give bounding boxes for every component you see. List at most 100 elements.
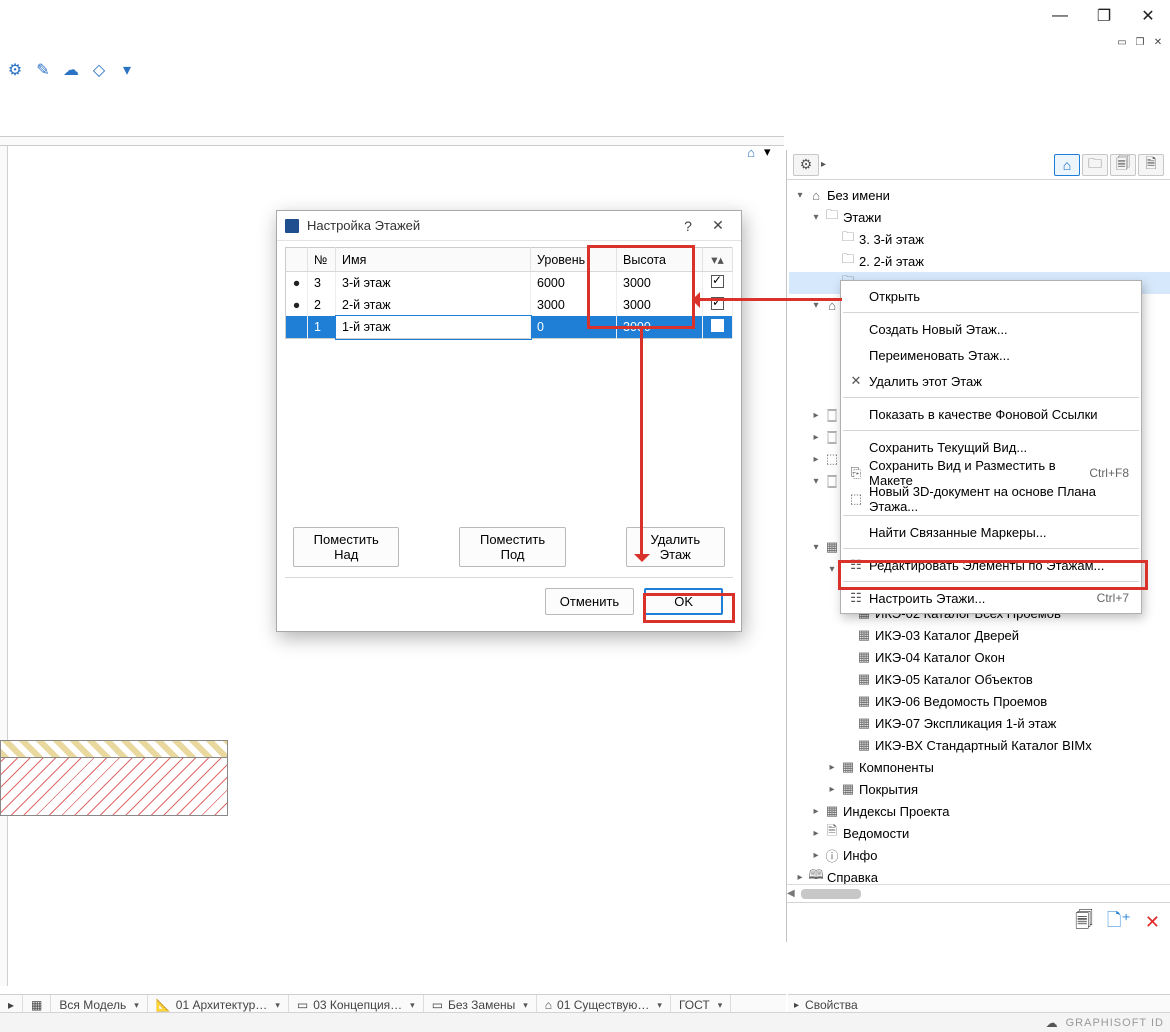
menu-item[interactable]: Показать в качестве Фоновой Ссылки [841, 401, 1141, 427]
tree-story-2[interactable]: 🗀 2. 2-й этаж [789, 250, 1170, 272]
story-marker [286, 316, 308, 339]
window-minimize-button[interactable]: — [1038, 0, 1082, 32]
story-number: 2 [308, 294, 336, 316]
col-height: Высота [617, 248, 703, 272]
plan-view-dropdown[interactable]: ⌂ ▾ [742, 140, 771, 164]
menu-item-label: Переименовать Этаж... [869, 348, 1010, 363]
story-marker: ● [286, 294, 308, 316]
tree-element-item[interactable]: ▦ИКЭ-05 Каталог Объектов [789, 668, 1170, 690]
navigator-new-item-icon[interactable]: 🗋⁺ [1107, 908, 1131, 938]
menu-item-label: Показать в качестве Фоновой Ссылки [869, 407, 1098, 422]
properties-label: Свойства [805, 998, 858, 1012]
menu-item[interactable]: Сохранить Текущий Вид... [841, 434, 1141, 460]
navigator-settings-button[interactable]: ⚙ [793, 154, 819, 176]
menu-item-icon: ⎘ [847, 465, 865, 481]
chevron-down-icon: ▾ [764, 144, 771, 160]
menu-item[interactable]: Открыть [841, 283, 1141, 309]
menu-item[interactable]: Создать Новый Этаж... [841, 316, 1141, 342]
tool-icon-3[interactable]: ☁ [60, 59, 82, 81]
story-height[interactable]: 3000 [617, 272, 703, 295]
story-level: 3000 [531, 294, 617, 316]
canvas-ruler-top [0, 136, 784, 146]
tree-stories-node[interactable]: ▾🗀 Этажи [789, 206, 1170, 228]
tree-story-3[interactable]: 🗀 3. 3-й этаж [789, 228, 1170, 250]
table-row[interactable]: 11-й этаж03000 [286, 316, 733, 339]
tree-lists[interactable]: ▸🗎 Ведомости [789, 822, 1170, 844]
story-table[interactable]: № Имя Уровень Высота ▾▴ ●33-й этаж600030… [285, 247, 733, 339]
story-name-edit[interactable]: 1-й этаж [336, 316, 531, 339]
navigator-tab-layout-book[interactable]: 🗐 [1110, 154, 1136, 176]
cloud-status-icon[interactable]: ☁ [1046, 1016, 1058, 1030]
tool-icon-1[interactable]: ⚙ [4, 59, 26, 81]
window-close-button[interactable]: ✕ [1126, 0, 1170, 32]
tree-element-item[interactable]: ▦ИКЭ-BX Стандартный Каталог BIMx [789, 734, 1170, 756]
col-level: Уровень [531, 248, 617, 272]
tree-root[interactable]: ▾⌂ Без имени [789, 184, 1170, 206]
insert-above-button[interactable]: Поместить Над [293, 527, 399, 567]
menu-item[interactable]: ⎘Сохранить Вид и Разместить в МакетеCtrl… [841, 460, 1141, 486]
story-number: 1 [308, 316, 336, 339]
col-name: Имя [336, 248, 531, 272]
story-name: 3-й этаж [336, 272, 531, 295]
menu-item[interactable]: Найти Связанные Маркеры... [841, 519, 1141, 545]
dialog-close-button[interactable]: ✕ [703, 217, 733, 234]
tool-icon-dd[interactable]: ▾ [116, 59, 138, 81]
menu-item[interactable]: ✕Удалить этот Этаж [841, 368, 1141, 394]
table-row[interactable]: ●33-й этаж60003000 [286, 272, 733, 295]
story-context-menu[interactable]: Открыть Создать Новый Этаж... Переименоват… [840, 280, 1142, 614]
insert-below-button[interactable]: Поместить Под [459, 527, 565, 567]
dock-minimize-icon[interactable]: ▭ [1114, 34, 1130, 50]
tree-element-item[interactable]: ▦ИКЭ-03 Каталог Дверей [789, 624, 1170, 646]
brand-label: GRAPHISOFT ID [1066, 1017, 1164, 1029]
menu-item[interactable]: ☷Редактировать Элементы по Этажам... [841, 552, 1141, 578]
tree-element-item[interactable]: ▦ИКЭ-04 Каталог Окон [789, 646, 1170, 668]
dialog-title: Настройка Этажей [307, 218, 420, 233]
tree-components[interactable]: ▸▦ Компоненты [789, 756, 1170, 778]
tree-element-item[interactable]: ▦ИКЭ-07 Экспликация 1-й этаж [789, 712, 1170, 734]
story-visible-checkbox[interactable] [703, 316, 733, 339]
story-name: 2-й этаж [336, 294, 531, 316]
table-row[interactable]: ●22-й этаж30003000 [286, 294, 733, 316]
navigator-tab-project-map[interactable]: ⌂ [1054, 154, 1080, 176]
menu-item-shortcut: Ctrl+F8 [1089, 466, 1129, 480]
menu-separator [843, 430, 1139, 431]
tree-info[interactable]: ▸ⓘ Инфо [789, 844, 1170, 866]
menu-item-label: Новый 3D-документ на основе Плана Этажа.… [869, 484, 1129, 514]
annotation-arrow-to-ok [640, 328, 643, 560]
menu-item-label: Сохранить Текущий Вид... [869, 440, 1027, 455]
cancel-button[interactable]: Отменить [545, 588, 634, 615]
menu-item[interactable]: ☷Настроить Этажи...Ctrl+7 [841, 585, 1141, 611]
menu-item[interactable]: ⬚Новый 3D-документ на основе Плана Этажа… [841, 486, 1141, 512]
dialog-help-button[interactable]: ? [673, 218, 703, 234]
navigator-tab-publisher[interactable]: 🗎 [1138, 154, 1164, 176]
window-maximize-button[interactable]: ❐ [1082, 0, 1126, 32]
tree-help[interactable]: ▸🕮 Справка [789, 866, 1170, 884]
navigator-hscroll[interactable]: ◀ [787, 884, 1170, 902]
story-height[interactable]: 3000 [617, 316, 703, 339]
navigator-tab-view-map[interactable]: 🗀 [1082, 154, 1108, 176]
wall-section-preview [0, 740, 228, 824]
menu-item-label: Создать Новый Этаж... [869, 322, 1008, 337]
ok-button[interactable]: OK [644, 588, 723, 615]
house-icon: ⌂ [742, 145, 760, 160]
tree-surfaces[interactable]: ▸▦ Покрытия [789, 778, 1170, 800]
tree-project-indexes[interactable]: ▸▦ Индексы Проекта [789, 800, 1170, 822]
menu-separator [843, 515, 1139, 516]
navigator-new-view-icon[interactable]: 🗐 [1075, 908, 1093, 938]
menu-separator [843, 397, 1139, 398]
col-visibility-icon: ▾▴ [703, 248, 733, 272]
dock-restore-icon[interactable]: ❐ [1132, 34, 1148, 50]
menu-item-label: Найти Связанные Маркеры... [869, 525, 1047, 540]
tree-stories-label: Этажи [841, 210, 881, 225]
navigator-delete-icon[interactable]: ✕ [1145, 912, 1160, 933]
story-visible-checkbox[interactable] [703, 272, 733, 295]
tool-icon-4[interactable]: ◇ [88, 59, 110, 81]
menu-item-label: Настроить Этажи... [869, 591, 985, 606]
dock-close-icon[interactable]: ✕ [1150, 34, 1166, 50]
tool-icon-2[interactable]: ✎ [32, 59, 54, 81]
status-bar: ☁ GRAPHISOFT ID [0, 1012, 1170, 1032]
menu-item[interactable]: Переименовать Этаж... [841, 342, 1141, 368]
tree-element-item[interactable]: ▦ИКЭ-06 Ведомость Проемов [789, 690, 1170, 712]
menu-item-shortcut: Ctrl+7 [1097, 591, 1129, 605]
menu-separator [843, 548, 1139, 549]
